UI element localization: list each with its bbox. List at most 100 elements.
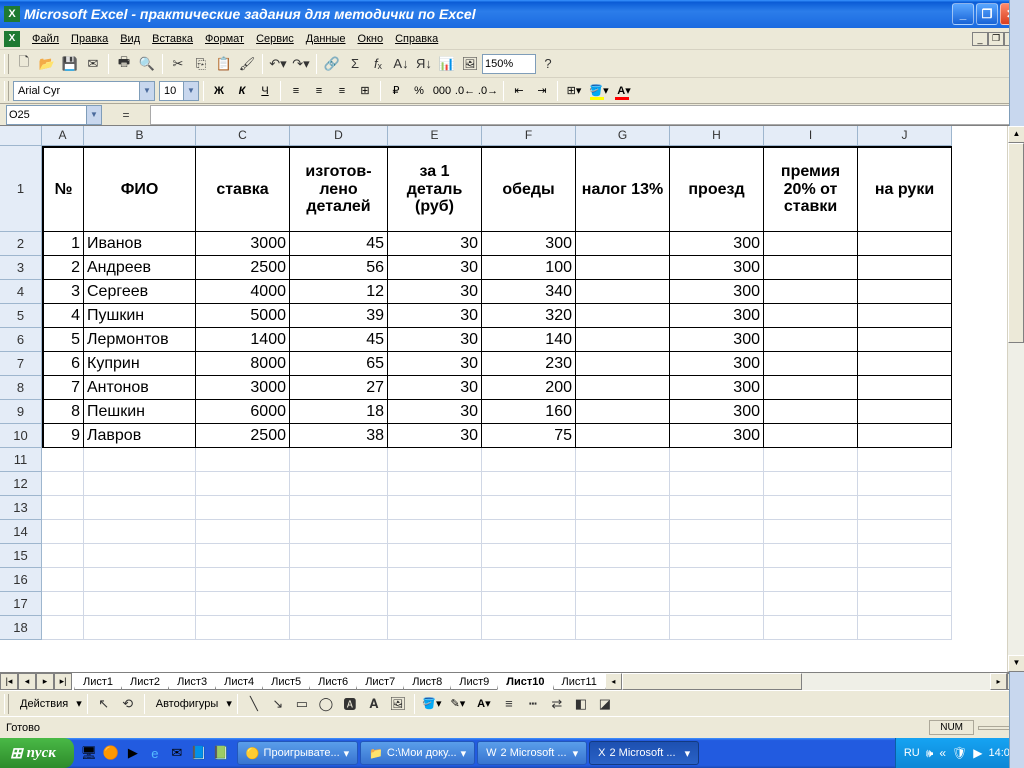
cell-H15[interactable]	[670, 544, 764, 568]
scroll-left-button[interactable]: ◂	[605, 673, 622, 690]
select-objects-button[interactable]: ↖	[93, 693, 115, 715]
cell-B3[interactable]: Андреев	[84, 256, 196, 280]
cell-G2[interactable]	[576, 232, 670, 256]
cell-D1[interactable]: изготов-лено деталей	[290, 146, 388, 232]
cell-E14[interactable]	[388, 520, 482, 544]
cell-H5[interactable]: 300	[670, 304, 764, 328]
menu-window[interactable]: Окно	[352, 31, 390, 47]
cell-G7[interactable]	[576, 352, 670, 376]
cell-I8[interactable]	[764, 376, 858, 400]
cell-G10[interactable]	[576, 424, 670, 448]
line-button[interactable]: ╲	[243, 693, 265, 715]
dec-decimal-button[interactable]: .0→	[477, 80, 499, 102]
cell-A12[interactable]	[42, 472, 84, 496]
sheet-tab-Лист10[interactable]: Лист10	[497, 675, 553, 690]
cell-H16[interactable]	[670, 568, 764, 592]
menu-view[interactable]: Вид	[114, 31, 146, 47]
cell-B6[interactable]: Лермонтов	[84, 328, 196, 352]
mail-button[interactable]: ✉	[82, 53, 104, 75]
task-button-0[interactable]: 🟡Проигрывате...▾	[237, 741, 358, 765]
cell-F1[interactable]: обеды	[482, 146, 576, 232]
underline-button[interactable]: Ч	[254, 80, 276, 102]
cell-H2[interactable]: 300	[670, 232, 764, 256]
font-color-draw-button[interactable]: A▾	[472, 693, 496, 715]
col-header-J[interactable]: J	[858, 126, 952, 146]
col-header-B[interactable]: B	[84, 126, 196, 146]
italic-button[interactable]: К	[231, 80, 253, 102]
cell-G12[interactable]	[576, 472, 670, 496]
menu-insert[interactable]: Вставка	[146, 31, 199, 47]
cell-J15[interactable]	[858, 544, 952, 568]
cell-G15[interactable]	[576, 544, 670, 568]
row-header-12[interactable]: 12	[0, 472, 42, 496]
cell-H18[interactable]	[670, 616, 764, 640]
cell-H14[interactable]	[670, 520, 764, 544]
row-header-5[interactable]: 5	[0, 304, 42, 328]
save-button[interactable]: 💾	[59, 53, 81, 75]
cell-F18[interactable]	[482, 616, 576, 640]
cell-C17[interactable]	[196, 592, 290, 616]
ql-desktop-icon[interactable]: 🖥	[80, 744, 98, 762]
cell-A6[interactable]: 5	[42, 328, 84, 352]
cell-F14[interactable]	[482, 520, 576, 544]
cell-A18[interactable]	[42, 616, 84, 640]
cell-A10[interactable]: 9	[42, 424, 84, 448]
cell-F9[interactable]: 160	[482, 400, 576, 424]
cell-B15[interactable]	[84, 544, 196, 568]
tab-next-button[interactable]: ▸	[36, 673, 54, 690]
cell-G14[interactable]	[576, 520, 670, 544]
col-header-A[interactable]: A	[42, 126, 84, 146]
scroll-right-button[interactable]: ▸	[990, 673, 1007, 690]
redo-button[interactable]: ↷▾	[290, 53, 312, 75]
cell-I4[interactable]	[764, 280, 858, 304]
menu-data[interactable]: Данные	[300, 31, 352, 47]
cell-A8[interactable]: 7	[42, 376, 84, 400]
fill-color-draw-button[interactable]: 🪣▾	[420, 693, 444, 715]
cell-J1[interactable]: на руки	[858, 146, 952, 232]
row-header-16[interactable]: 16	[0, 568, 42, 592]
cell-H9[interactable]: 300	[670, 400, 764, 424]
cell-G9[interactable]	[576, 400, 670, 424]
cell-B10[interactable]: Лавров	[84, 424, 196, 448]
cell-C1[interactable]: ставка	[196, 146, 290, 232]
borders-button[interactable]: ⊞▾	[562, 80, 586, 102]
cell-C9[interactable]: 6000	[196, 400, 290, 424]
cell-A7[interactable]: 6	[42, 352, 84, 376]
chart-button[interactable]: 📊	[436, 53, 458, 75]
cell-J6[interactable]	[858, 328, 952, 352]
cell-A16[interactable]	[42, 568, 84, 592]
tray-shield-icon[interactable]: 🛡	[952, 746, 967, 760]
ql-wmp-icon[interactable]: ▶	[124, 744, 142, 762]
cell-J7[interactable]	[858, 352, 952, 376]
sheet-tab-Лист9[interactable]: Лист9	[450, 675, 498, 690]
cell-E2[interactable]: 30	[388, 232, 482, 256]
cell-J5[interactable]	[858, 304, 952, 328]
cell-E1[interactable]: за 1 деталь (руб)	[388, 146, 482, 232]
cell-A14[interactable]	[42, 520, 84, 544]
vertical-scrollbar[interactable]: ▲ ▼	[1007, 126, 1024, 672]
hscroll-thumb[interactable]	[622, 673, 802, 690]
cell-G17[interactable]	[576, 592, 670, 616]
cell-J13[interactable]	[858, 496, 952, 520]
paste-button[interactable]: 📋	[213, 53, 235, 75]
cell-E17[interactable]	[388, 592, 482, 616]
col-header-E[interactable]: E	[388, 126, 482, 146]
align-left-button[interactable]: ≡	[285, 80, 307, 102]
arrow-style-button[interactable]: ⇄	[546, 693, 568, 715]
inc-indent-button[interactable]: ⇥	[531, 80, 553, 102]
cell-J4[interactable]	[858, 280, 952, 304]
percent-button[interactable]: %	[408, 80, 430, 102]
cell-D9[interactable]: 18	[290, 400, 388, 424]
cell-D8[interactable]: 27	[290, 376, 388, 400]
tray-icon[interactable]: 🕪	[926, 746, 934, 761]
cell-E16[interactable]	[388, 568, 482, 592]
cell-H1[interactable]: проезд	[670, 146, 764, 232]
ql-ie-icon[interactable]: e	[146, 744, 164, 762]
menu-format[interactable]: Формат	[199, 31, 250, 47]
spreadsheet-grid[interactable]: ABCDEFGHIJ 123456789101112131415161718 №…	[0, 126, 1024, 672]
sheet-tab-Лист2[interactable]: Лист2	[121, 675, 169, 690]
cell-D16[interactable]	[290, 568, 388, 592]
line-style-button[interactable]: ≡	[498, 693, 520, 715]
cell-G11[interactable]	[576, 448, 670, 472]
shadow-button[interactable]: ◧	[570, 693, 592, 715]
